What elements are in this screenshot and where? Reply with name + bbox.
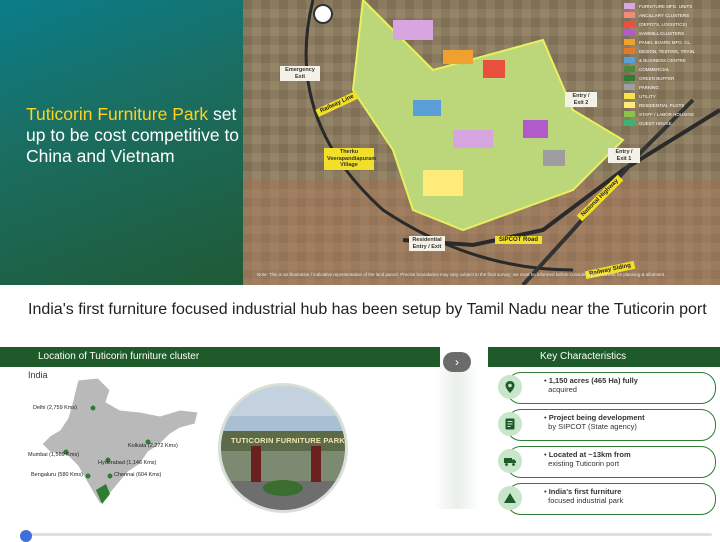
legend-label: & BUSINESS CENTRE (639, 57, 686, 63)
list-item: • Project being development by SIPCOT (S… (492, 409, 716, 441)
city-label-hyderabad: Hyderabad (1,146 Kms) (98, 460, 157, 466)
legend-item: PARKING (624, 83, 720, 92)
legend-item: PANEL BOARD MFG. CL. (624, 38, 720, 47)
characteristic-text: • Located at ~13km from existing Tuticor… (544, 450, 631, 468)
legend-swatch (624, 120, 635, 127)
city-label-kolkata: Kolkata (2,272 Kms) (128, 443, 178, 449)
city-marker-chennai (107, 473, 113, 479)
legend-swatch (624, 30, 635, 37)
map-label-entry-exit-1: Entry / Exit 1 (608, 148, 640, 163)
map-label-entry-exit-2: Entry / Exit 2 (565, 92, 597, 107)
hero-title: Tuticorin Furniture Park set up to be co… (26, 104, 241, 167)
legend-swatch (624, 12, 635, 19)
map-label-village: Therku Veerapandiapuram Village (324, 148, 376, 170)
city-marker-delhi (90, 405, 96, 411)
list-item: • Located at ~13km from existing Tuticor… (492, 446, 716, 478)
legend-label: DESIGN, TESTING, TRAIN. (639, 48, 696, 54)
legend-swatch (624, 75, 635, 82)
triangle-icon (498, 486, 522, 510)
legend-item: SAWMILL CLUSTERS (624, 29, 720, 38)
legend-item: RESIDENTIAL PLOTS (624, 101, 720, 110)
headline: India's first furniture focused industri… (28, 301, 707, 318)
city-label-bengaluru: Bengaluru (580 Kms) (31, 472, 83, 478)
location-header: Location of Tuticorin furniture cluster (0, 347, 440, 367)
legend-swatch (624, 3, 635, 10)
hero-title-highlight: Tuticorin Furniture Park (26, 104, 209, 124)
map-legend: FURNITURE MFG. UNITS ANCILLARY CLUSTERS … (624, 2, 720, 128)
legend-item: DESIGN, TESTING, TRAIN. (624, 47, 720, 56)
legend-swatch (624, 48, 635, 55)
legend-swatch (624, 21, 635, 28)
legend-swatch (624, 111, 635, 118)
location-header-label: Location of Tuticorin furniture cluster (38, 351, 200, 362)
legend-item: FURNITURE MFG. UNITS (624, 2, 720, 11)
section-divider (434, 367, 480, 509)
city-marker-bengaluru (85, 473, 91, 479)
legend-label: RESIDENTIAL PLOTS (639, 102, 685, 108)
characteristic-text: • 1,150 acres (465 Ha) fully acquired (544, 376, 638, 394)
truck-icon (498, 449, 522, 473)
legend-label: STAFF / LABOR HOUSING (639, 111, 695, 117)
legend-label: GREEN BUFFER (639, 75, 675, 81)
map-note: Note: This is an illustrative / indicati… (257, 272, 666, 277)
legend-label: PARKING (639, 84, 659, 90)
legend-item: GREEN BUFFER (624, 74, 720, 83)
legend-label: ANCILLARY CLUSTERS (639, 12, 690, 18)
gate-sign-text: TUTICORIN FURNITURE PARK (231, 436, 345, 445)
map-label-emergency-exit: Emergency Exit (280, 66, 320, 81)
hero-banner: Tuticorin Furniture Park set up to be co… (0, 0, 720, 285)
legend-label: (DEPOTS, LOGISTICS) (639, 21, 688, 27)
legend-item: GUEST HOUSE (624, 119, 720, 128)
list-item: • 1,150 acres (465 Ha) fully acquired (492, 372, 716, 404)
map-label-sipcot-road: SIPCOT Road (495, 236, 543, 244)
characteristic-text: • India's first furniture focused indust… (544, 487, 624, 505)
list-item: • India's first furniture focused indust… (492, 483, 716, 515)
next-arrow-button[interactable]: › (443, 352, 471, 372)
key-characteristics-list: • 1,150 acres (465 Ha) fully acquired • … (492, 372, 716, 520)
gate-photo-graphic (221, 386, 345, 510)
legend-swatch (624, 66, 635, 73)
legend-label: PANEL BOARD MFG. CL. (639, 39, 692, 45)
legend-label: GUEST HOUSE (639, 120, 672, 126)
legend-swatch (624, 84, 635, 91)
key-characteristics-header: Key Characteristics (488, 347, 720, 367)
legend-item: & BUSINESS CENTRE (624, 56, 720, 65)
hero-panel: Tuticorin Furniture Park set up to be co… (0, 0, 243, 285)
location-pin-icon (498, 375, 522, 399)
furniture-park-gate-photo: TUTICORIN FURNITURE PARK (218, 383, 348, 513)
legend-item: UTILITY (624, 92, 720, 101)
slide-progress-handle[interactable] (20, 530, 32, 542)
legend-item: (DEPOTS, LOGISTICS) (624, 20, 720, 29)
map-label-residential-entry: Residential Entry / Exit (409, 236, 445, 251)
legend-item: STAFF / LABOR HOUSING (624, 110, 720, 119)
legend-swatch (624, 102, 635, 109)
key-characteristics-header-label: Key Characteristics (540, 351, 627, 362)
legend-swatch (624, 39, 635, 46)
legend-label: COMMERCIAL (639, 66, 670, 72)
india-map (41, 377, 199, 505)
document-icon (498, 412, 522, 436)
legend-label: UTILITY (639, 93, 656, 99)
legend-item: ANCILLARY CLUSTERS (624, 11, 720, 20)
legend-swatch (624, 57, 635, 64)
legend-item: COMMERCIAL (624, 65, 720, 74)
slide-progress-bar[interactable] (22, 533, 712, 536)
city-label-chennai: Chennai (604 Kms) (114, 472, 162, 478)
city-label-delhi: Delhi (2,759 Kms) (33, 405, 78, 411)
city-label-mumbai: Mumbai (1,569 Kms) (28, 452, 80, 458)
legend-label: FURNITURE MFG. UNITS (639, 3, 693, 9)
characteristic-text: • Project being development by SIPCOT (S… (544, 413, 645, 431)
legend-swatch (624, 93, 635, 100)
legend-label: SAWMILL CLUSTERS (639, 30, 685, 36)
chevron-right-icon: › (455, 355, 459, 369)
